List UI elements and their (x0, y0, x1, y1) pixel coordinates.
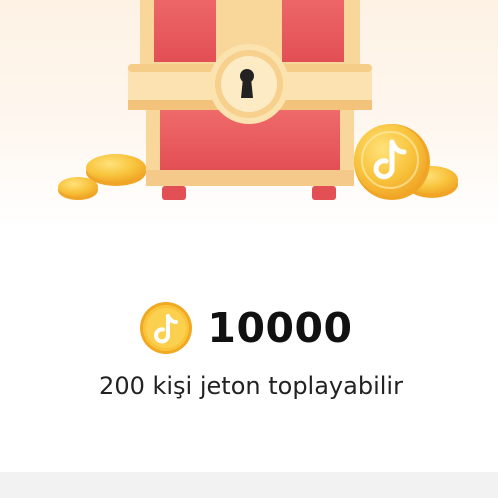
bottom-divider (0, 472, 498, 498)
collect-info-text: 200 kişi jeton toplayabilir (99, 372, 403, 400)
treasure-chest-icon (58, 0, 458, 200)
tiktok-coin-icon (140, 302, 193, 354)
treasure-chest-illustration (0, 0, 498, 230)
coin-amount: 10000 (207, 304, 353, 352)
reward-amount-row: 10000 (0, 296, 498, 360)
reward-screen: 10000 200 kişi jeton toplayabilir (0, 0, 498, 498)
